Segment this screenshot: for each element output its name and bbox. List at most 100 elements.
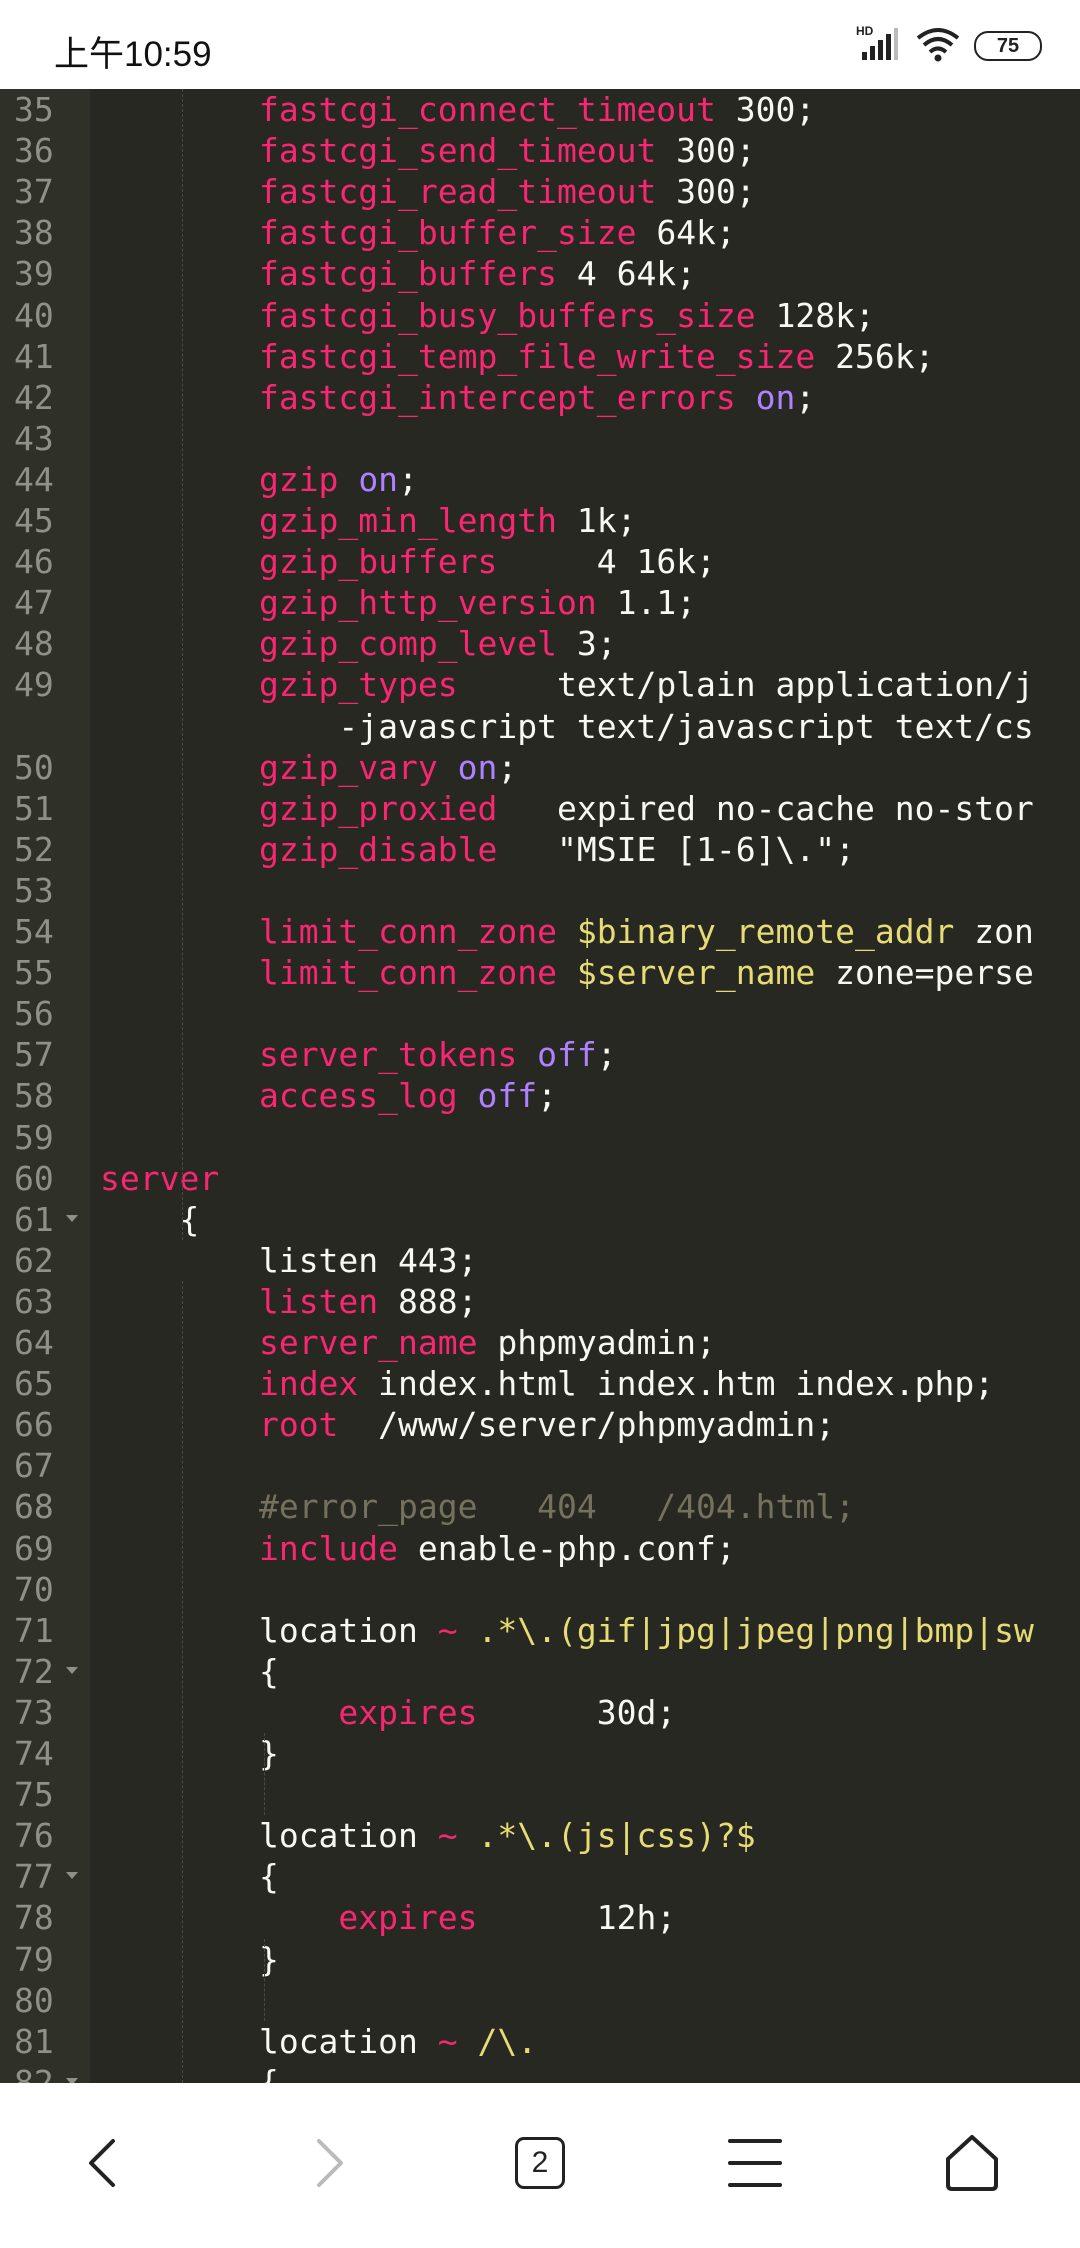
fold-arrow-icon[interactable] <box>66 1872 78 1880</box>
line-number: 57 <box>14 1035 54 1075</box>
code-line: 48 gzip_comp_level 3; <box>0 623 1080 664</box>
code-line: 82 { <box>0 2062 1080 2083</box>
code-line: 74 } <box>0 1733 1080 1774</box>
code-line: 72 { <box>0 1651 1080 1692</box>
code-token: on <box>457 747 498 787</box>
line-number: 69 <box>14 1528 54 1568</box>
code-token: ~ <box>437 1610 458 1650</box>
code-text: listen 443; <box>100 1240 478 1281</box>
code-text: include enable-php.conf; <box>100 1528 736 1569</box>
line-number: 74 <box>14 1734 54 1773</box>
code-line: 61 { <box>0 1199 1080 1240</box>
code-line: 47 gzip_http_version 1.1; <box>0 582 1080 623</box>
forward-arrow-icon <box>317 2139 343 2187</box>
code-token: gzip_types <box>258 665 458 705</box>
line-number: 78 <box>14 1898 54 1938</box>
code-text: expires 30d; <box>100 1692 676 1733</box>
code-line: 38 fastcgi_buffer_size 64k; <box>0 212 1080 253</box>
back-button[interactable] <box>50 2113 160 2213</box>
network-label: HD <box>856 24 874 38</box>
code-token: gzip_comp_level <box>258 624 557 664</box>
code-token: ; <box>398 459 418 499</box>
fold-arrow-icon[interactable] <box>66 1666 78 1674</box>
code-line: 50 gzip_vary on; <box>0 747 1080 788</box>
code-token: expires <box>338 1692 478 1732</box>
menu-button[interactable] <box>700 2113 810 2213</box>
code-text: -javascript text/javascript text/cs <box>100 706 1033 747</box>
code-text: expires 12h; <box>100 1897 676 1938</box>
fold-arrow-icon[interactable] <box>66 1214 78 1222</box>
line-number: 36 <box>14 131 54 171</box>
code-token: server_name <box>258 1323 478 1362</box>
code-line: 45 gzip_min_length 1k; <box>0 500 1080 541</box>
home-button[interactable] <box>917 2113 1027 2213</box>
line-number: 54 <box>14 912 54 951</box>
code-line: 67 <box>0 1445 1080 1486</box>
code-token: /\. <box>477 2021 538 2061</box>
code-text: gzip_proxied expired no-cache no-stor <box>100 788 1034 829</box>
code-token: "MSIE [1-6]\."; <box>497 829 855 869</box>
code-token: root <box>258 1405 339 1445</box>
code-line: 76 location ~ .*\.(js|css)?$ <box>0 1815 1080 1856</box>
forward-button[interactable] <box>272 2113 382 2213</box>
code-editor[interactable]: 35 fastcgi_connect_timeout 300; 36 fastcg… <box>0 89 1080 2083</box>
code-token: ~ <box>437 1816 458 1856</box>
code-line: 43 <box>0 418 1080 459</box>
code-token: on <box>755 377 796 417</box>
code-token: fastcgi_send_timeout <box>258 131 657 171</box>
code-text: fastcgi_buffer_size 64k; <box>100 212 736 253</box>
code-line: 63 listen 888; <box>0 1281 1080 1322</box>
code-token: location <box>258 2021 438 2061</box>
indent-guide <box>264 1733 265 1816</box>
line-number: 76 <box>14 1816 54 1856</box>
code-token: 64k; <box>636 213 736 253</box>
code-token: limit_conn_zone <box>258 912 557 951</box>
code-token: ~ <box>437 2021 458 2061</box>
code-token: 1.1; <box>596 583 697 623</box>
code-text: location ~ .*\.(js|css)?$ <box>100 1815 756 1856</box>
indent-guide <box>182 1280 183 2083</box>
code-line: 51 gzip_proxied expired no-cache no-stor <box>0 788 1080 829</box>
line-number: 66 <box>14 1405 54 1445</box>
code-line: 65 index index.html index.htm index.php; <box>0 1363 1080 1404</box>
tab-count: 2 <box>515 2137 565 2189</box>
code-token: fastcgi_buffer_size <box>258 213 637 253</box>
code-token: server <box>100 1158 220 1198</box>
code-token: gzip_buffers <box>258 542 498 582</box>
code-text: index index.html index.htm index.php; <box>100 1363 994 1404</box>
code-line: 54 limit_conn_zone $binary_remote_addr z… <box>0 911 1080 952</box>
code-text: listen 888; <box>100 1281 478 1322</box>
indent-guide <box>182 89 183 1240</box>
line-number: 46 <box>14 542 54 582</box>
code-token: fastcgi_read_timeout <box>258 172 657 212</box>
code-text: gzip_vary on; <box>100 747 517 788</box>
code-line: 68 #error_page 404 /404.html; <box>0 1486 1080 1527</box>
code-text: { <box>100 1199 199 1240</box>
code-text: gzip_types text/plain application/j <box>100 664 1034 705</box>
code-text: gzip_min_length 1k; <box>100 500 637 541</box>
tabs-button[interactable]: 2 <box>485 2113 595 2213</box>
code-line: 56 <box>0 993 1080 1034</box>
code-token: zon <box>954 912 1034 951</box>
line-number: 41 <box>14 336 54 376</box>
code-line: 49 gzip_types text/plain application/j <box>0 664 1080 705</box>
code-token: off <box>537 1035 597 1075</box>
line-number: 48 <box>14 624 54 664</box>
back-arrow-icon <box>89 2139 115 2187</box>
code-token: 256k; <box>815 336 935 376</box>
code-line: 77 { <box>0 1856 1080 1897</box>
code-token: 4 16k; <box>497 542 716 582</box>
line-number: 52 <box>14 829 54 869</box>
